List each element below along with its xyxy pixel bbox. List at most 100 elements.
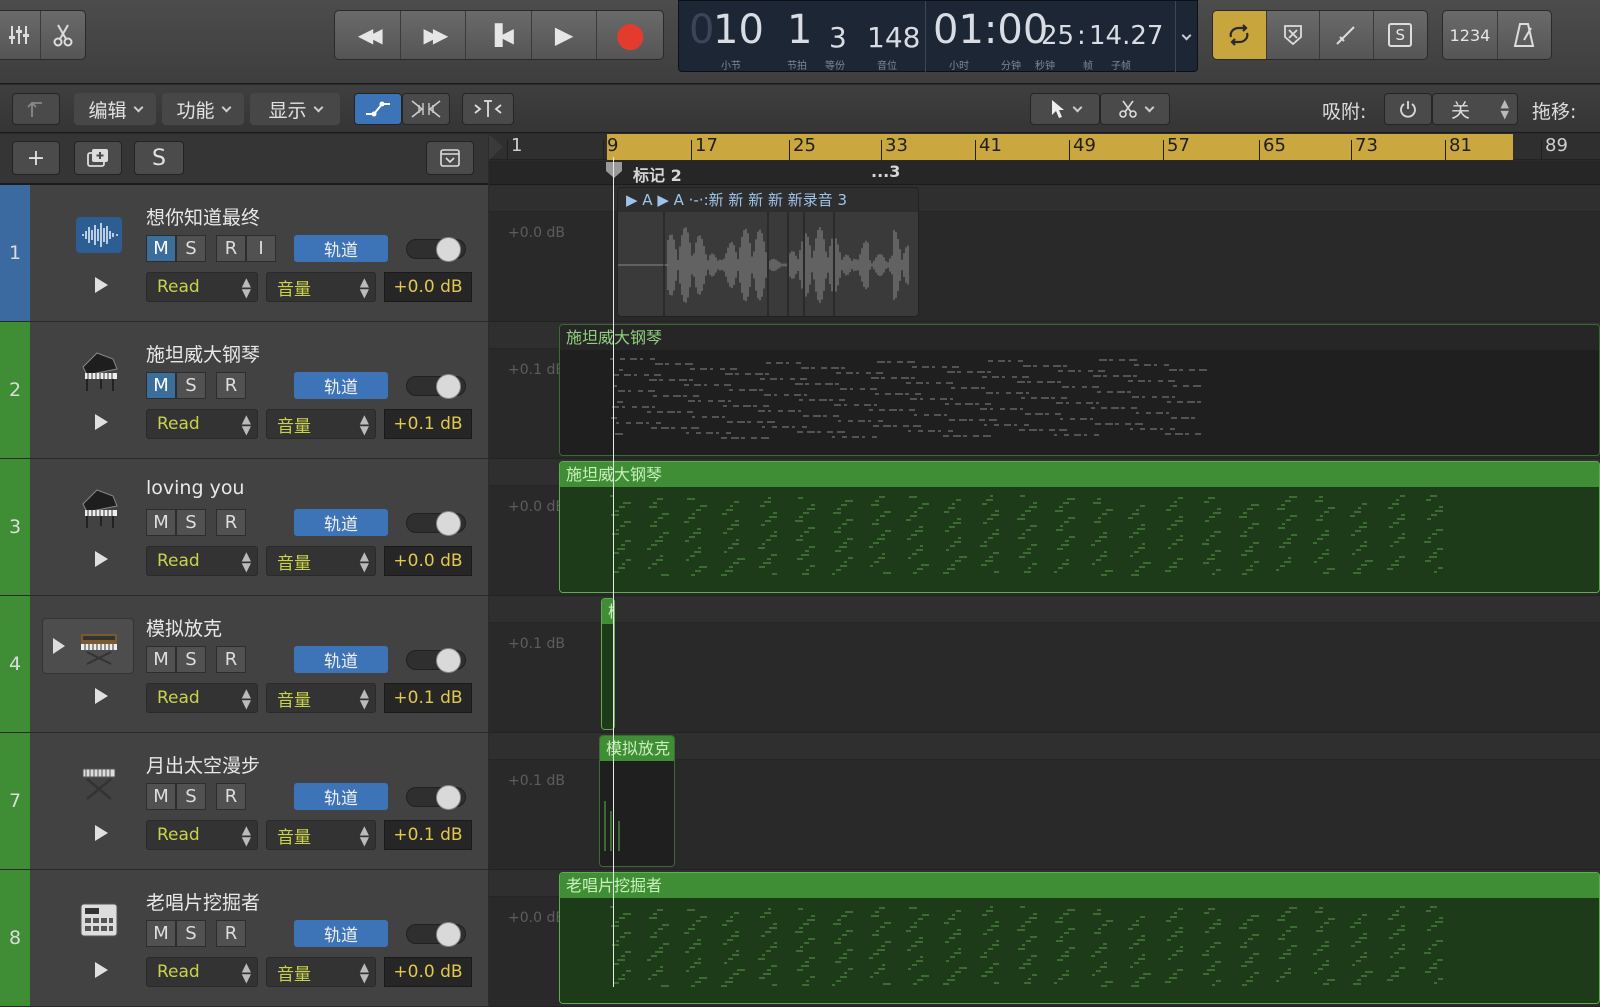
track-view-button[interactable]: 轨道: [294, 646, 388, 673]
track-number[interactable]: 2: [0, 322, 30, 458]
region-name[interactable]: 施坦威大钢琴: [560, 325, 1599, 350]
track-view-button[interactable]: 轨道: [294, 509, 388, 536]
marker-label[interactable]: 标记 2: [633, 162, 682, 186]
drum-machine-icon[interactable]: [72, 895, 126, 945]
lcd-display[interactable]: 0 10 1 3 148 小节 节拍 等份 音位 01:00 25 : 14.2…: [678, 0, 1198, 73]
automation-value[interactable]: +0.0 dB: [384, 272, 472, 302]
solo-button[interactable]: S: [176, 372, 206, 399]
volume-toggle[interactable]: [406, 648, 466, 673]
track-number[interactable]: 1: [0, 185, 30, 321]
count-in-button[interactable]: 1234: [1443, 11, 1498, 59]
snap-select[interactable]: 关 ▲ ▼: [1432, 93, 1518, 125]
midi-region[interactable]: 老唱片挖掘者: [559, 872, 1600, 1004]
automation-value[interactable]: +0.1 dB: [384, 409, 472, 439]
play-icon[interactable]: [95, 688, 108, 704]
bar-ruler[interactable]: 1 9 17 25 33 41 49 57 65 73 81 89: [489, 134, 1600, 160]
mixer-icon[interactable]: [0, 11, 41, 59]
record-button[interactable]: ●: [597, 11, 663, 59]
track-lane[interactable]: +0.0 dB 施坦威大钢琴: [489, 459, 1600, 596]
solo-button[interactable]: S: [176, 646, 206, 673]
automation-value[interactable]: +0.1 dB: [384, 820, 472, 850]
audio-waveform-icon[interactable]: [72, 210, 126, 260]
automation-param-select[interactable]: 音量 ▲ ▼: [266, 272, 376, 302]
grand-piano-icon[interactable]: [72, 347, 126, 397]
track-name[interactable]: 老唱片挖掘者: [146, 888, 260, 915]
track-lane[interactable]: +0.1 dB模: [489, 596, 1600, 733]
automation-mode-select[interactable]: Read ▲ ▼: [146, 409, 258, 439]
region-name[interactable]: 模拟放克: [600, 736, 674, 761]
keyboard-stand-icon[interactable]: [72, 758, 126, 808]
midi-region[interactable]: 施坦威大钢琴: [559, 461, 1600, 593]
automation-mode-select[interactable]: Read ▲ ▼: [146, 546, 258, 576]
track-number[interactable]: 3: [0, 459, 30, 595]
track-number[interactable]: 8: [0, 870, 30, 1006]
track-name[interactable]: 月出太空漫步: [146, 751, 260, 778]
play-icon[interactable]: [95, 277, 108, 293]
cycle-button[interactable]: [1213, 11, 1267, 59]
volume-toggle[interactable]: [406, 374, 466, 399]
track-header[interactable]: 1 想你知道最终 M S R I 轨道 Read ▲ ▼ 音量 ▲ ▼ +0.0 dB: [0, 185, 488, 322]
track-header[interactable]: 7 月出太空漫步 M S R 轨道 Read ▲ ▼ 音量 ▲ ▼ +0.1 dB: [0, 733, 488, 870]
volume-toggle[interactable]: [406, 785, 466, 810]
marker-label-3[interactable]: ...3: [871, 162, 900, 181]
track-name[interactable]: 想你知道最终: [146, 203, 260, 230]
expand-icon[interactable]: [53, 638, 65, 654]
play-icon[interactable]: [95, 825, 108, 841]
volume-toggle[interactable]: [406, 237, 466, 262]
record-enable-button[interactable]: R: [216, 920, 246, 947]
track-header[interactable]: 3 loving you M S R 轨道 Read ▲ ▼ 音量 ▲ ▼ +0.0 d…: [0, 459, 488, 596]
track-header[interactable]: 2 施坦威大钢琴 M S R 轨道 Read ▲ ▼ 音量 ▲ ▼ +0.1 dB: [0, 322, 488, 459]
track-lane[interactable]: +0.1 dB 模拟放克: [489, 733, 1600, 870]
secondary-tool-menu[interactable]: [1100, 93, 1170, 125]
automation-mode-select[interactable]: Read ▲ ▼: [146, 820, 258, 850]
track-lane[interactable]: +0.0 dB ▶ A ▶ A ·-·:新 新 新 新 新录音 3: [489, 185, 1600, 322]
mute-button[interactable]: M: [146, 235, 176, 262]
automation-param-select[interactable]: 音量 ▲ ▼: [266, 957, 376, 987]
region-name[interactable]: 施坦威大钢琴: [560, 462, 1599, 487]
scissors-icon[interactable]: [41, 11, 85, 59]
playhead[interactable]: [613, 157, 614, 987]
go-to-start-button[interactable]: ▐◀: [466, 11, 532, 59]
track-header[interactable]: 8 老唱片挖掘者 M S R 轨道 Read ▲ ▼ 音量 ▲ ▼ +0.0 dB: [0, 870, 488, 1007]
solo-button[interactable]: S: [176, 235, 206, 262]
flex-button[interactable]: [402, 93, 450, 125]
track-name[interactable]: loving you: [146, 477, 244, 499]
mute-button[interactable]: M: [146, 920, 176, 947]
play-button[interactable]: ▶: [532, 11, 598, 59]
input-monitor-button[interactable]: I: [246, 235, 276, 262]
play-icon[interactable]: [95, 962, 108, 978]
automation-param-select[interactable]: 音量 ▲ ▼: [266, 546, 376, 576]
pointer-tool-menu[interactable]: [1030, 93, 1100, 125]
play-icon[interactable]: [95, 551, 108, 567]
track-number[interactable]: 7: [0, 733, 30, 869]
track-name[interactable]: 施坦威大钢琴: [146, 340, 260, 367]
solo-mode-button[interactable]: S: [1374, 11, 1428, 59]
track-view-button[interactable]: 轨道: [294, 235, 388, 262]
functions-menu[interactable]: 功能: [162, 93, 244, 125]
region-name[interactable]: 老唱片挖掘者: [560, 873, 1599, 898]
rewind-button[interactable]: ◀◀: [335, 11, 401, 59]
grand-piano-icon[interactable]: [72, 484, 126, 534]
volume-toggle[interactable]: [406, 511, 466, 536]
solo-button[interactable]: S: [176, 783, 206, 810]
track-lane[interactable]: +0.1 dB 施坦威大钢琴: [489, 322, 1600, 459]
track-view-button[interactable]: 轨道: [294, 920, 388, 947]
play-icon[interactable]: [95, 414, 108, 430]
track-options-button[interactable]: [426, 141, 474, 175]
record-enable-button[interactable]: R: [216, 783, 246, 810]
automation-value[interactable]: +0.0 dB: [384, 546, 472, 576]
track-header[interactable]: 4 模拟放克 M S R 轨道 Read ▲ ▼ 音量 ▲ ▼ +0.1 dB: [0, 596, 488, 733]
catch-button[interactable]: [462, 93, 514, 125]
solo-button[interactable]: S: [176, 920, 206, 947]
synth-keyboard-icon[interactable]: [72, 621, 126, 671]
audio-region-header[interactable]: ▶ A ▶ A ·-·:新 新 新 新 新录音 3: [618, 188, 918, 212]
record-enable-button[interactable]: R: [216, 235, 246, 262]
duplicate-track-button[interactable]: [74, 141, 122, 175]
tuner-button[interactable]: [1320, 11, 1374, 59]
automation-mode-select[interactable]: Read ▲ ▼: [146, 957, 258, 987]
metronome-button[interactable]: [1498, 11, 1551, 59]
track-lane[interactable]: +0.0 dB 老唱片挖掘者: [489, 870, 1600, 1007]
track-view-button[interactable]: 轨道: [294, 783, 388, 810]
forward-button[interactable]: ▶▶: [401, 11, 467, 59]
mute-button[interactable]: M: [146, 372, 176, 399]
